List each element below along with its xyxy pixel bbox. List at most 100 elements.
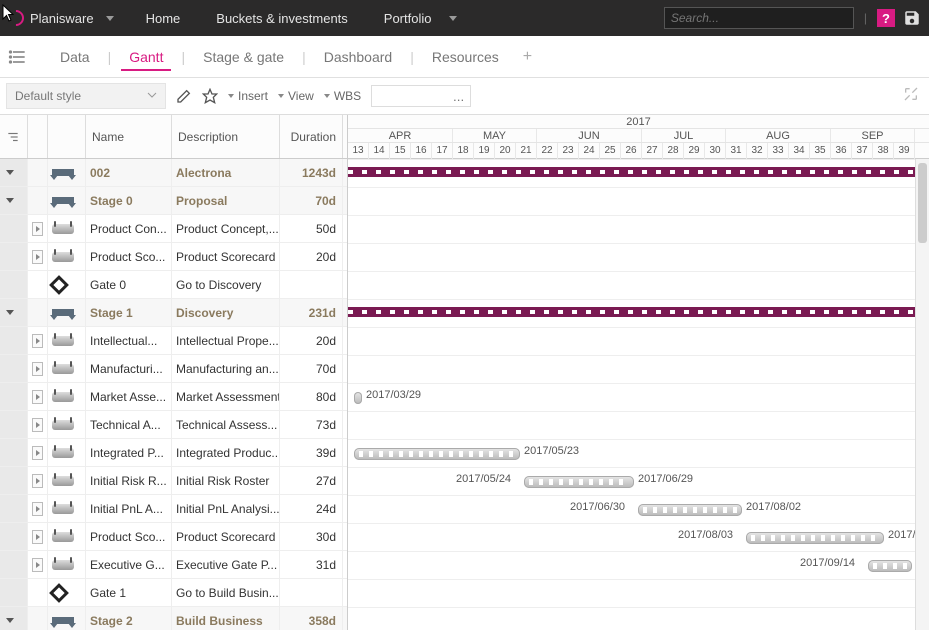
table-row[interactable]: Technical A...Technical Assess...73d	[0, 411, 347, 439]
add-tab-icon[interactable]: +	[523, 48, 532, 66]
cell-desc[interactable]: Alectrona	[172, 159, 280, 186]
cell-desc[interactable]: Initial Risk Roster	[172, 467, 280, 494]
cell-dur[interactable]: 30d	[280, 523, 343, 550]
expand-toggle-icon[interactable]	[32, 362, 43, 376]
cell-dur[interactable]	[280, 271, 343, 298]
table-row[interactable]: Product Con...Product Concept,...50d	[0, 215, 347, 243]
cell-name[interactable]: Initial PnL A...	[86, 495, 172, 522]
gantt-summary-bar[interactable]	[348, 307, 929, 317]
cell-dur[interactable]: 231d	[280, 299, 343, 326]
expand-toggle-icon[interactable]	[32, 474, 43, 488]
cell-desc[interactable]: Manufacturing an...	[172, 355, 280, 382]
table-row[interactable]: Manufacturi...Manufacturing an...70d	[0, 355, 347, 383]
gantt-task-bar[interactable]	[638, 504, 742, 516]
wbs-goto-input[interactable]	[371, 85, 471, 107]
save-icon[interactable]	[903, 9, 921, 27]
table-row[interactable]: Market Asse...Market Assessment80d	[0, 383, 347, 411]
gantt-summary-bar[interactable]	[348, 167, 929, 177]
table-row[interactable]: Integrated P...Integrated Produc...39d	[0, 439, 347, 467]
table-row[interactable]: Initial Risk R...Initial Risk Roster27d	[0, 467, 347, 495]
table-row[interactable]: Product Sco...Product Scorecard20d	[0, 243, 347, 271]
cell-name[interactable]: Gate 1	[86, 579, 172, 606]
search-input[interactable]	[664, 7, 854, 29]
edit-icon[interactable]	[176, 88, 192, 104]
expand-toggle-icon[interactable]	[32, 222, 43, 236]
gantt-task-bar[interactable]	[746, 532, 884, 544]
table-row[interactable]: Stage 1Discovery231d	[0, 299, 347, 327]
table-row[interactable]: Intellectual...Intellectual Prope...20d	[0, 327, 347, 355]
fullscreen-icon[interactable]	[903, 86, 919, 102]
gantt-task-bar[interactable]	[868, 560, 912, 572]
cell-desc[interactable]: Product Scorecard	[172, 243, 280, 270]
table-row[interactable]: Gate 0Go to Discovery	[0, 271, 347, 299]
tab-gantt[interactable]: Gantt	[121, 49, 171, 71]
grid-header-name[interactable]: Name	[86, 115, 172, 158]
nav-portfolio[interactable]: Portfolio	[366, 11, 476, 26]
cell-name[interactable]: Initial Risk R...	[86, 467, 172, 494]
cell-desc[interactable]: Go to Discovery	[172, 271, 280, 298]
cell-name[interactable]: 002	[86, 159, 172, 186]
expand-toggle-icon[interactable]	[32, 418, 43, 432]
expand-toggle-icon[interactable]	[32, 502, 43, 516]
cell-name[interactable]: Product Sco...	[86, 523, 172, 550]
cell-name[interactable]: Product Con...	[86, 215, 172, 242]
cell-desc[interactable]: Discovery	[172, 299, 280, 326]
cell-dur[interactable]: 70d	[280, 355, 343, 382]
cell-dur[interactable]: 20d	[280, 327, 343, 354]
tab-resources[interactable]: Resources	[424, 49, 507, 65]
cell-dur[interactable]: 39d	[280, 439, 343, 466]
scrollbar-thumb[interactable]	[918, 163, 927, 243]
table-row[interactable]: Stage 2Build Business358d	[0, 607, 347, 630]
tab-data[interactable]: Data	[52, 49, 98, 65]
cell-dur[interactable]: 20d	[280, 243, 343, 270]
grid-header-description[interactable]: Description	[172, 115, 280, 158]
cell-name[interactable]: Stage 2	[86, 607, 172, 630]
star-icon[interactable]	[202, 88, 218, 104]
cell-desc[interactable]: Market Assessment	[172, 383, 280, 410]
gantt-chart[interactable]: 2017 APRMAYJUNJULAUGSEP 1314151617181920…	[348, 115, 929, 630]
cell-dur[interactable]	[280, 579, 343, 606]
cell-name[interactable]: Manufacturi...	[86, 355, 172, 382]
cell-name[interactable]: Technical A...	[86, 411, 172, 438]
cell-dur[interactable]: 27d	[280, 467, 343, 494]
table-row[interactable]: Initial PnL A...Initial PnL Analysi...24…	[0, 495, 347, 523]
tab-dashboard[interactable]: Dashboard	[316, 49, 401, 65]
cell-dur[interactable]: 80d	[280, 383, 343, 410]
cell-dur[interactable]: 70d	[280, 187, 343, 214]
gantt-task-bar[interactable]	[524, 476, 634, 488]
brand-menu[interactable]: Planisware	[8, 10, 114, 26]
expand-toggle-icon[interactable]	[4, 307, 16, 319]
expand-toggle-icon[interactable]	[4, 195, 16, 207]
gantt-body[interactable]: 2017/03/292017/05/232017/05/242017/06/29…	[348, 159, 929, 630]
wbs-menu[interactable]: WBS	[324, 89, 361, 103]
cell-desc[interactable]: Technical Assess...	[172, 411, 280, 438]
expand-toggle-icon[interactable]	[4, 167, 16, 179]
cell-desc[interactable]: Executive Gate P...	[172, 551, 280, 578]
expand-toggle-icon[interactable]	[32, 250, 43, 264]
cell-desc[interactable]: Proposal	[172, 187, 280, 214]
grid-body[interactable]: 002Alectrona1243dStage 0Proposal70dProdu…	[0, 159, 347, 630]
help-icon[interactable]: ?	[877, 9, 895, 27]
cell-desc[interactable]: Initial PnL Analysi...	[172, 495, 280, 522]
grid-header-hierarchy[interactable]	[0, 115, 28, 158]
style-combo[interactable]: Default style	[6, 83, 166, 109]
cell-name[interactable]: Intellectual...	[86, 327, 172, 354]
cell-dur[interactable]: 73d	[280, 411, 343, 438]
cell-desc[interactable]: Product Concept,...	[172, 215, 280, 242]
tab-stage-gate[interactable]: Stage & gate	[195, 49, 292, 65]
table-row[interactable]: Gate 1Go to Build Busin...	[0, 579, 347, 607]
table-row[interactable]: Product Sco...Product Scorecard30d	[0, 523, 347, 551]
table-row[interactable]: 002Alectrona1243d	[0, 159, 347, 187]
insert-menu[interactable]: Insert	[228, 89, 268, 103]
expand-toggle-icon[interactable]	[32, 530, 43, 544]
cell-name[interactable]: Product Sco...	[86, 243, 172, 270]
cell-name[interactable]: Market Asse...	[86, 383, 172, 410]
vertical-scrollbar[interactable]	[915, 159, 929, 630]
cell-name[interactable]: Stage 1	[86, 299, 172, 326]
cell-desc[interactable]: Product Scorecard	[172, 523, 280, 550]
table-row[interactable]: Executive G...Executive Gate P...31d	[0, 551, 347, 579]
expand-toggle-icon[interactable]	[4, 615, 16, 627]
cell-dur[interactable]: 358d	[280, 607, 343, 630]
cell-name[interactable]: Stage 0	[86, 187, 172, 214]
cell-desc[interactable]: Go to Build Busin...	[172, 579, 280, 606]
